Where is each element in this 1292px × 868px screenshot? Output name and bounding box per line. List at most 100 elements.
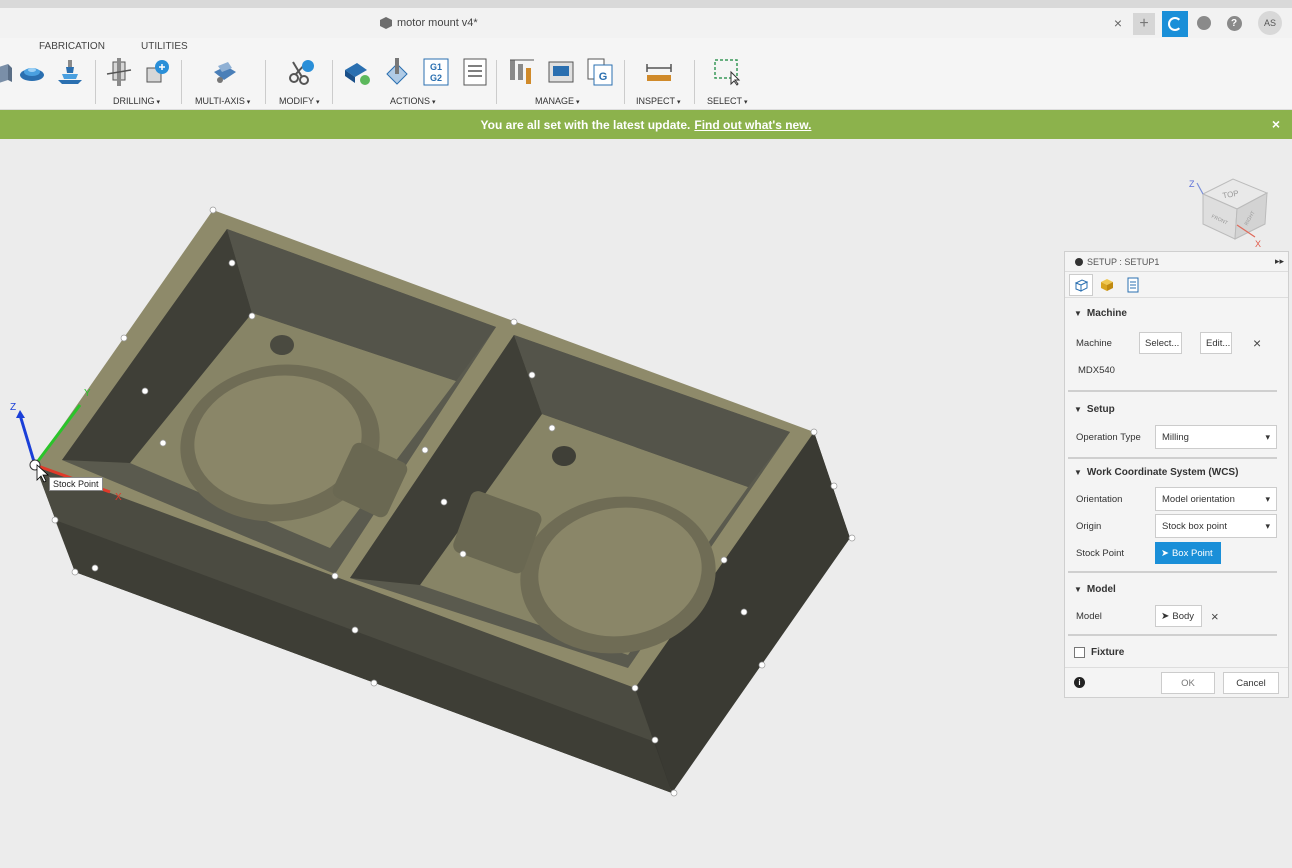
orientation-select[interactable]: Model orientation — [1155, 487, 1277, 511]
model-clear-button[interactable]: × — [1211, 609, 1219, 624]
machine-library-icon[interactable] — [547, 58, 575, 86]
model-body-button[interactable]: ➤ Body — [1155, 605, 1202, 627]
drill-icon[interactable] — [105, 58, 133, 86]
window-select-icon[interactable] — [713, 58, 741, 86]
inspect-menu[interactable]: INSPECT — [636, 96, 680, 106]
job-status-icon — [1168, 17, 1182, 31]
cancel-button[interactable]: Cancel — [1223, 672, 1279, 694]
measure-icon[interactable] — [645, 58, 673, 86]
wcs-section-title: Work Coordinate System (WCS) — [1086, 466, 1239, 478]
panel-footer: i OK Cancel — [1065, 667, 1288, 697]
machine-name-row: MDX540 — [1065, 357, 1290, 383]
model-section-header[interactable]: ▼ Model — [1065, 578, 1116, 600]
fixture-section-title: Fixture — [1091, 646, 1125, 658]
panel-header[interactable]: SETUP : SETUP1 ▸▸ — [1065, 252, 1288, 272]
manage-menu[interactable]: MANAGE — [535, 96, 579, 106]
post-process-g1g2-icon[interactable]: G1G2 — [423, 58, 451, 86]
select-menu[interactable]: SELECT — [707, 96, 747, 106]
tab-post-process[interactable] — [1121, 274, 1145, 296]
user-avatar[interactable]: AS — [1258, 11, 1282, 35]
collapse-icon: ▼ — [1074, 467, 1082, 477]
model-row: Model ➤ Body × — [1065, 603, 1290, 629]
ok-button[interactable]: OK — [1161, 672, 1215, 694]
panel-expand-button[interactable]: ▸▸ — [1275, 256, 1284, 267]
pointer-icon: ➤ — [1161, 610, 1170, 622]
multi-axis-menu[interactable]: MULTI-AXIS — [195, 96, 250, 106]
notifications-button[interactable] — [1194, 13, 1214, 33]
wcs-section-header[interactable]: ▼ Work Coordinate System (WCS) — [1065, 461, 1238, 483]
origin-select[interactable]: Stock box point — [1155, 514, 1277, 538]
y-axis-label: Y — [84, 388, 91, 399]
panel-tabs — [1065, 272, 1288, 298]
tab-utilities[interactable]: UTILITIES — [141, 41, 188, 52]
view-cube[interactable]: TOP FRONT RIGHT Z X — [1185, 169, 1275, 249]
document-icon — [380, 17, 392, 29]
fixture-checkbox[interactable] — [1074, 646, 1085, 658]
z-axis-label: Z — [10, 402, 16, 413]
panel-title: SETUP : SETUP1 — [1087, 256, 1160, 267]
setup-sheet-icon[interactable] — [461, 58, 489, 86]
modify-menu[interactable]: MODIFY — [279, 96, 319, 106]
tab-setup[interactable] — [1069, 273, 1093, 296]
job-status-button[interactable] — [1162, 11, 1188, 37]
modify-scissors-icon[interactable] — [287, 58, 315, 86]
simulate-icon[interactable] — [343, 58, 371, 86]
new-tab-button[interactable]: + — [1133, 13, 1155, 35]
stock-tab-icon — [1101, 278, 1113, 291]
setup-tab-icon — [1074, 278, 1089, 292]
machine-section-header[interactable]: ▼ Machine — [1065, 302, 1127, 324]
panel-minimize-icon[interactable] — [1075, 257, 1083, 266]
banner-close-button[interactable]: × — [1272, 116, 1280, 132]
machine-select-button[interactable]: Select... — [1139, 332, 1182, 354]
setup-section-header[interactable]: ▼ Setup — [1065, 398, 1115, 420]
machine-label: Machine — [1076, 337, 1112, 349]
box-point-label: Box Point — [1171, 547, 1213, 559]
close-tab-button[interactable]: × — [1108, 13, 1128, 33]
tab-fabrication[interactable]: FABRICATION — [39, 41, 105, 52]
model-label: Model — [1076, 610, 1102, 622]
origin-label: Origin — [1076, 520, 1102, 532]
pointer-icon: ➤ — [1161, 547, 1169, 559]
machine-clear-button[interactable]: × — [1253, 335, 1261, 351]
multi-axis-icon[interactable] — [210, 58, 238, 86]
help-button[interactable]: ? — [1224, 13, 1244, 33]
whats-new-link[interactable]: Find out what's new. — [694, 118, 811, 132]
contour-icon[interactable] — [56, 58, 84, 86]
machine-name: MDX540 — [1078, 364, 1115, 376]
section-divider — [1068, 634, 1277, 636]
box-point-button[interactable]: ➤ Box Point — [1155, 542, 1221, 564]
drilling-menu[interactable]: DRILLING — [113, 96, 160, 106]
tool-library-icon[interactable] — [508, 58, 536, 86]
setup-section-title: Setup — [1086, 403, 1115, 415]
collapse-icon: ▼ — [1074, 584, 1082, 594]
simulate-stock-icon[interactable] — [383, 58, 411, 86]
stock-point-row: Stock Point ➤ Box Point — [1065, 540, 1290, 566]
operation-type-row: Operation Type Milling — [1065, 424, 1290, 450]
machine-section-title: Machine — [1086, 307, 1127, 319]
stock-point-label: Stock Point — [1076, 547, 1125, 559]
actions-menu[interactable]: ACTIONS — [390, 96, 435, 106]
post-library-icon[interactable]: G — [586, 58, 614, 86]
document-title-text: motor mount v4* — [397, 17, 478, 29]
stock-point-tooltip: Stock Point — [49, 477, 103, 491]
x-axis-label: X — [115, 492, 122, 503]
machine-edit-button[interactable]: Edit... — [1200, 332, 1232, 354]
hole-recognition-icon[interactable] — [143, 58, 171, 86]
operation-type-label: Operation Type — [1076, 431, 1141, 443]
operation-type-select[interactable]: Milling — [1155, 425, 1277, 449]
stock-model[interactable]: Z Y X — [0, 139, 1060, 868]
post-process-tab-icon — [1127, 277, 1139, 292]
collapse-icon: ▼ — [1074, 308, 1082, 318]
section-divider — [1068, 457, 1277, 459]
section-divider — [1068, 571, 1277, 573]
clock-icon — [1197, 16, 1211, 30]
model-body-label: Body — [1172, 610, 1195, 622]
banner-text: You are all set with the latest update. — [480, 117, 691, 132]
update-banner: You are all set with the latest update. … — [0, 110, 1292, 139]
info-icon[interactable]: i — [1074, 677, 1085, 688]
fixture-section-header[interactable]: Fixture — [1065, 641, 1124, 663]
viewcube-z-label: Z — [1189, 179, 1195, 189]
pocket-icon[interactable] — [18, 58, 46, 86]
orientation-label: Orientation — [1076, 493, 1123, 505]
tab-stock[interactable] — [1095, 274, 1119, 296]
